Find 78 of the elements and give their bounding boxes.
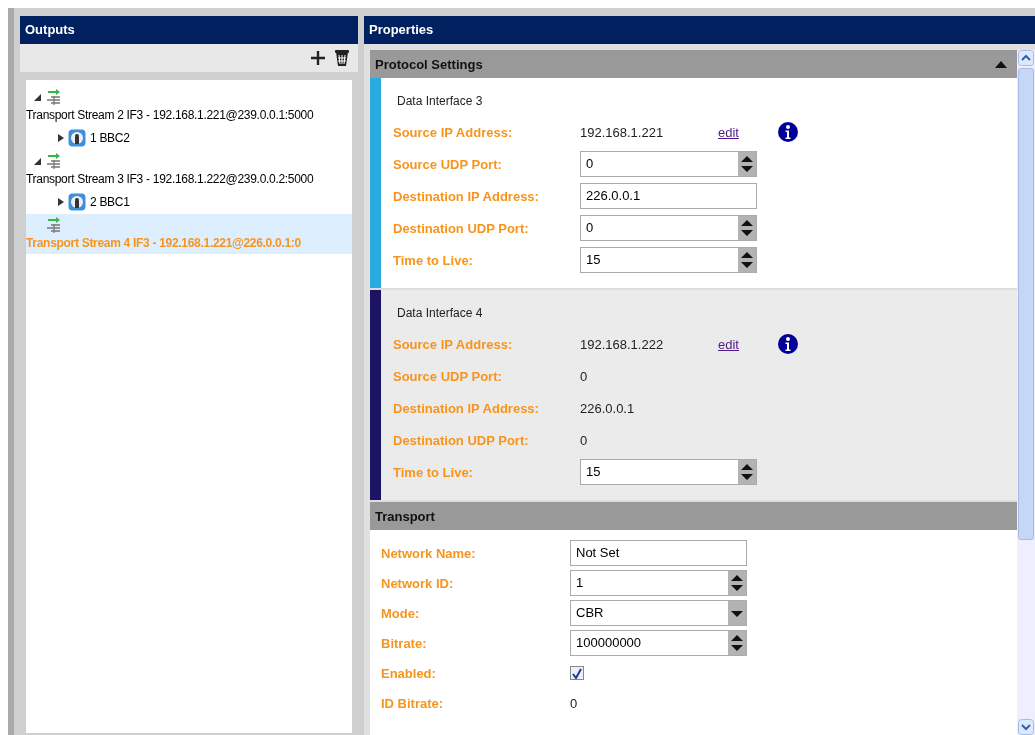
field-label: Destination IP Address: <box>393 188 540 204</box>
spinner-field[interactable]: 1 <box>570 570 747 596</box>
expanded-caret-icon[interactable] <box>34 93 41 101</box>
field-value: 192.168.1.222 <box>580 336 665 352</box>
field-value: 15 <box>586 463 601 481</box>
add-icon[interactable] <box>310 50 326 66</box>
spinner-arrows-icon[interactable] <box>738 460 756 484</box>
field-label: Source UDP Port: <box>393 156 503 172</box>
field-label: Mode: <box>381 605 421 621</box>
section-title: Protocol Settings <box>375 56 483 72</box>
tree-label[interactable]: Transport Stream 2 IF3 - 192.168.1.221@239.0.0.1:5000 <box>26 108 352 122</box>
checkbox[interactable] <box>570 666 584 680</box>
section-header[interactable]: Transport <box>370 502 1017 530</box>
spinner-field[interactable]: 0 <box>580 215 757 241</box>
info-icon[interactable] <box>778 334 798 354</box>
stream-icon[interactable] <box>45 89 61 105</box>
field-label: Network ID: <box>381 575 455 591</box>
spinner-arrows-icon[interactable] <box>738 152 756 176</box>
spinner-field[interactable]: 0 <box>580 151 757 177</box>
field-value: 226.0.0.1 <box>580 400 636 416</box>
scroll-down-button[interactable] <box>1018 719 1034 735</box>
spinner-field[interactable]: 15 <box>580 459 757 485</box>
field-label: Time to Live: <box>393 464 474 480</box>
field-value: 0 <box>586 219 594 237</box>
field-value: 192.168.1.221 <box>580 124 665 140</box>
section-title: Transport <box>375 508 435 524</box>
field-label: Enabled: <box>381 665 437 681</box>
field-label: Source UDP Port: <box>393 368 503 384</box>
stream-icon[interactable] <box>45 153 61 169</box>
input-field[interactable]: Not Set <box>570 540 747 566</box>
field-label: Destination UDP Port: <box>393 220 530 236</box>
tree-label[interactable]: Transport Stream 3 IF3 - 192.168.1.222@239.0.0.2:5000 <box>26 172 352 186</box>
panel-header: Outputs <box>20 16 358 44</box>
spinner-arrows-icon[interactable] <box>728 631 746 655</box>
input-field[interactable]: 226.0.0.1 <box>580 183 757 209</box>
field-value: 0 <box>570 695 579 711</box>
trash-icon[interactable] <box>334 49 350 67</box>
interface-title: Data Interface 4 <box>397 306 484 320</box>
field-value: 0 <box>586 155 594 173</box>
field-value: CBR <box>576 604 604 622</box>
field-label: Source IP Address: <box>393 336 514 352</box>
dropdown-field[interactable]: CBR <box>570 600 747 626</box>
field-label: Bitrate: <box>381 635 428 651</box>
collapsed-caret-icon[interactable] <box>58 198 64 206</box>
tree-node[interactable]: Transport Stream 3 IF3 - 192.168.1.222@239.0.0.2:5000 <box>26 150 352 190</box>
interface-title: Data Interface 3 <box>397 94 484 108</box>
field-value: 15 <box>586 251 601 269</box>
scrollbar-thumb[interactable] <box>1018 68 1034 540</box>
panel-header: Properties <box>364 16 1035 44</box>
tree-node[interactable]: Transport Stream 2 IF3 - 192.168.1.221@239.0.0.1:5000 <box>26 86 352 126</box>
field-value: 1 <box>576 574 584 592</box>
scroll-up-button[interactable] <box>1018 50 1034 66</box>
info-icon[interactable] <box>778 122 798 142</box>
edit-link[interactable]: edit <box>718 336 778 352</box>
stream-icon[interactable] <box>45 217 61 233</box>
spinner-arrows-icon[interactable] <box>728 571 746 595</box>
field-label: Destination IP Address: <box>393 400 540 416</box>
tree-label[interactable]: 1 BBC2 <box>90 131 130 145</box>
tree-label[interactable]: 2 BBC1 <box>90 195 130 209</box>
collapse-caret-icon[interactable] <box>995 60 1007 68</box>
field-value: 0 <box>580 432 589 448</box>
field-label: Source IP Address: <box>393 124 514 140</box>
collapsed-caret-icon[interactable] <box>58 134 64 142</box>
expanded-caret-icon[interactable] <box>34 157 41 165</box>
field-label: Destination UDP Port: <box>393 432 530 448</box>
field-value: 0 <box>580 368 589 384</box>
field-value: 100000000 <box>576 634 642 652</box>
service-icon[interactable] <box>68 129 86 147</box>
spinner-arrows-icon[interactable] <box>738 216 756 240</box>
field-label: ID Bitrate: <box>381 695 445 711</box>
spinner-field[interactable]: 100000000 <box>570 630 747 656</box>
field-label: Time to Live: <box>393 252 474 268</box>
field-label: Network Name: <box>381 545 477 561</box>
section-header[interactable]: Protocol Settings <box>370 50 1017 78</box>
spinner-arrows-icon[interactable] <box>738 248 756 272</box>
service-icon[interactable] <box>68 193 86 211</box>
edit-link[interactable]: edit <box>718 124 778 140</box>
spinner-field[interactable]: 15 <box>580 247 757 273</box>
